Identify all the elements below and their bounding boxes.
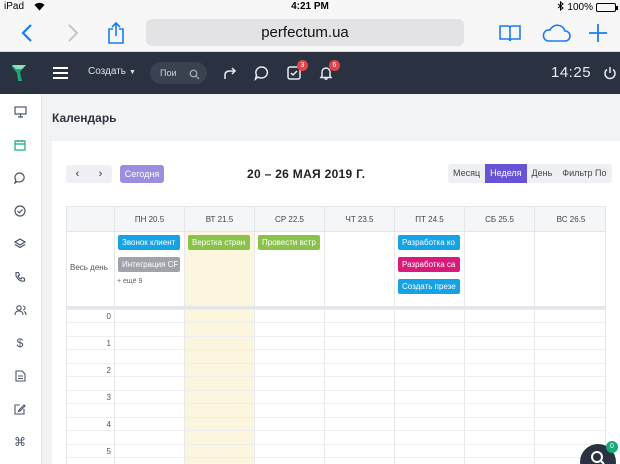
sidebar-item-dashboard[interactable] (12, 104, 28, 120)
day-header[interactable]: СБ 25.5 (464, 207, 534, 232)
event-item[interactable]: Верстка стран (188, 235, 250, 250)
url-bar[interactable]: perfectum.ua (146, 19, 464, 46)
page-title: Календарь (52, 111, 117, 125)
today-button[interactable]: Сегодня (120, 165, 164, 183)
day-header[interactable]: ВС 26.5 (534, 207, 605, 232)
hour-label: 1 (106, 339, 111, 348)
create-button[interactable]: Создать ▼ (88, 66, 136, 77)
search-input[interactable] (160, 65, 190, 81)
hour-label: 4 (106, 420, 111, 429)
view-day-button[interactable]: День (527, 164, 558, 183)
edit-icon (14, 404, 26, 415)
chevron-down-icon: ▼ (129, 69, 136, 76)
search-icon (189, 67, 200, 85)
calendar-nav: ‹ › (66, 165, 112, 183)
status-time: 4:21 PM (291, 1, 329, 12)
day-header[interactable]: СР 22.5 (254, 207, 324, 232)
event-item[interactable]: Разработка са (398, 257, 460, 272)
sidebar-item-contacts[interactable] (12, 302, 28, 318)
view-switcher: Месяц Неделя День Фильтр По (448, 164, 612, 183)
share-icon[interactable] (103, 20, 129, 46)
forward-icon[interactable] (60, 20, 86, 46)
power-icon[interactable] (603, 66, 617, 85)
menu-icon[interactable] (53, 67, 68, 79)
search-icon (590, 450, 606, 464)
new-tab-icon[interactable] (585, 20, 611, 46)
dollar-icon: $ (16, 336, 24, 350)
event-item[interactable]: Провести встр (258, 235, 320, 250)
more-events-link[interactable]: + ещё 9 (117, 278, 142, 285)
filter-button[interactable]: Фильтр По (557, 164, 611, 183)
hour-label: 0 (106, 312, 111, 321)
sidebar-item-calendar[interactable] (12, 137, 28, 153)
chevron-left-icon: ‹ (75, 168, 80, 180)
event-item[interactable]: Создать презе (398, 279, 460, 294)
battery-percent: 100% (567, 2, 593, 13)
users-icon (13, 305, 27, 316)
chat-icon (14, 172, 25, 184)
day-header[interactable]: ЧТ 23.5 (324, 207, 394, 232)
browser-toolbar: perfectum.ua (0, 14, 620, 52)
monitor-icon (13, 106, 27, 118)
clock: 14:25 (551, 64, 592, 81)
notifications-badge: 6 (329, 60, 340, 71)
sidebar-item-commands[interactable]: ⌘ (12, 434, 28, 450)
logo-icon[interactable] (10, 63, 28, 88)
chevron-right-icon: › (98, 168, 103, 180)
check-circle-icon (14, 205, 26, 217)
tasks-icon[interactable]: 3 (286, 60, 308, 81)
command-icon: ⌘ (14, 435, 26, 449)
next-week-button[interactable]: › (89, 165, 112, 183)
back-icon[interactable] (14, 20, 40, 46)
chat-icon[interactable] (254, 65, 270, 81)
help-badge: 0 (606, 441, 618, 453)
view-month-button[interactable]: Месяц (448, 164, 485, 183)
layers-icon (14, 238, 26, 249)
event-item[interactable]: Разработка ко (398, 235, 460, 250)
sidebar-item-messages[interactable] (12, 170, 28, 186)
bell-icon[interactable]: 6 (318, 60, 340, 81)
day-header[interactable]: ПТ 24.5 (394, 207, 464, 232)
sidebar-item-finance[interactable]: $ (12, 335, 28, 351)
sidebar-item-tasks[interactable] (12, 203, 28, 219)
bluetooth-icon (557, 0, 565, 14)
hour-label: 2 (106, 366, 111, 375)
tasks-badge: 3 (297, 60, 308, 71)
hour-label: 3 (106, 393, 111, 402)
calendar-icon (14, 140, 26, 151)
battery-icon (596, 3, 618, 12)
reply-icon[interactable] (222, 65, 238, 81)
document-icon (14, 370, 26, 382)
sidebar-item-projects[interactable] (12, 236, 28, 252)
bookmarks-icon[interactable] (497, 20, 523, 46)
calendar-grid: ПН 20.5 ВТ 21.5 СР 22.5 ЧТ 23.5 ПТ 24.5 … (66, 206, 606, 464)
sidebar: $ ⌘ (0, 94, 42, 464)
calendar-card: ‹ › Сегодня 20 – 26 МАЯ 2019 Г. Месяц Не… (52, 141, 620, 464)
day-header-row: ПН 20.5 ВТ 21.5 СР 22.5 ЧТ 23.5 ПТ 24.5 … (67, 207, 605, 232)
cloud-icon[interactable] (540, 20, 572, 46)
event-item[interactable]: Звонок клиент (118, 235, 180, 250)
event-item[interactable]: Интеграция CF (118, 257, 180, 272)
phone-icon (15, 271, 26, 282)
sidebar-item-edit[interactable] (12, 401, 28, 417)
prev-week-button[interactable]: ‹ (66, 165, 89, 183)
view-week-button[interactable]: Неделя (485, 164, 527, 183)
status-bar: iPad 4:21 PM 100% (0, 0, 620, 14)
hour-label: 5 (106, 447, 111, 456)
day-header[interactable]: ПН 20.5 (114, 207, 184, 232)
sidebar-item-documents[interactable] (12, 368, 28, 384)
search-box[interactable] (150, 62, 207, 84)
all-day-label: Весь день (70, 263, 108, 272)
app-header: Создать▼ 3 6 14:25 (0, 52, 620, 94)
day-header[interactable]: ВТ 21.5 (184, 207, 254, 232)
date-range: 20 – 26 МАЯ 2019 Г. (247, 167, 366, 181)
sidebar-item-calls[interactable] (12, 269, 28, 285)
